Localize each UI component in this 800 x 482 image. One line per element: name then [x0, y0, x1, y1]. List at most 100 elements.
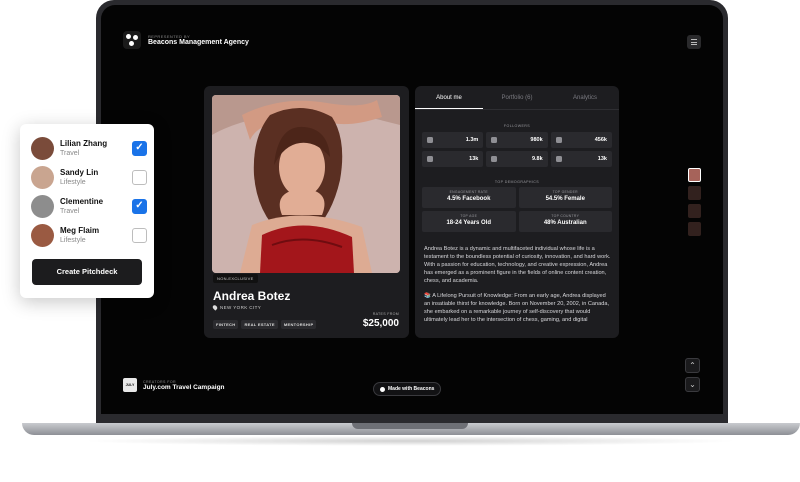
chevron-up-icon: ⌃: [689, 361, 696, 370]
twitter-icon: [491, 156, 498, 162]
chevron-down-icon: ⌄: [689, 380, 696, 389]
creator-row-name: Meg Flaim: [60, 225, 100, 235]
tiktok-icon: [427, 137, 433, 143]
follower-stat: 13k: [550, 151, 612, 167]
select-checkbox[interactable]: [132, 227, 147, 243]
thumbnail[interactable]: [688, 204, 701, 218]
agency-name: Beacons Management Agency: [148, 39, 249, 46]
demographic-value: 48% Australian: [543, 220, 587, 226]
avatar: [31, 223, 54, 247]
creator-location: NEW YORK CITY: [211, 304, 262, 311]
demographic-label: ENGAGEMENT RATE: [449, 190, 488, 194]
gallery-thumbnails: [688, 168, 701, 236]
demographic-value: 4.5% Facebook: [447, 196, 491, 202]
rates-value: $25,000: [362, 318, 399, 329]
follower-count: 13k: [469, 156, 479, 162]
panel-tabs: About me Portfolio (6) Analytics: [415, 86, 619, 110]
laptop-shadow: [80, 436, 740, 446]
follower-count: 13k: [597, 156, 607, 162]
creator-row[interactable]: Clementine Travel ✓: [31, 193, 147, 219]
tag: REAL ESTATE: [241, 320, 278, 329]
demographics-grid: ENGAGEMENT RATE 4.5% Facebook TOP GENDER…: [422, 187, 612, 232]
city-text: NEW YORK CITY: [220, 305, 262, 310]
followers-grid: 1.3m 980k 456k 13k 9.8k 13k: [422, 132, 612, 167]
follower-count: 9.8k: [531, 156, 543, 162]
avatar: [31, 165, 54, 189]
follower-count: 1.3m: [465, 137, 479, 143]
creator-row-name: Clementine: [60, 196, 104, 206]
demographic-stat: TOP COUNTRY 48% Australian: [518, 211, 612, 232]
demographic-stat: TOP AGE 18-24 Years Old: [422, 211, 516, 232]
follower-stat: 13k: [422, 151, 484, 167]
profile-card: NON-EXCLUSIVE Andrea Botez NEW YORK CITY…: [204, 86, 409, 338]
follower-count: 456k: [594, 137, 607, 143]
laptop-screen: REPRESENTED BY Beacons Management Agency…: [101, 5, 723, 414]
follower-count: 980k: [530, 137, 543, 143]
creator-row[interactable]: Lilian Zhang Travel ✓: [31, 135, 147, 161]
select-checkbox[interactable]: [132, 169, 147, 185]
creator-row-category: Lifestyle: [60, 236, 86, 244]
demographic-value: 54.5% Female: [545, 196, 585, 202]
thumbnail[interactable]: [688, 222, 701, 236]
instagram-icon: [491, 137, 498, 143]
location-pin-icon: [211, 304, 219, 311]
beacons-icon: [380, 386, 385, 392]
exclusivity-badge: NON-EXCLUSIVE: [213, 274, 258, 283]
bio-paragraph: 📚 A Lifelong Pursuit of Knowledge: From …: [424, 293, 610, 323]
demographics-title: TOP DEMOGRAPHICS: [494, 180, 540, 184]
demographic-label: TOP GENDER: [552, 190, 578, 194]
next-button[interactable]: ⌄: [685, 377, 700, 392]
creator-row-category: Lifestyle: [60, 178, 86, 186]
check-icon: ✓: [135, 142, 144, 153]
tab-about-me[interactable]: About me: [415, 86, 483, 109]
tag: FINTECH: [213, 320, 239, 329]
campaign-footer: JULY CREATORS FOR July.com Travel Campai…: [123, 378, 225, 392]
thumbnail[interactable]: [688, 186, 701, 200]
about-panel: About me Portfolio (6) Analytics FOLLOWE…: [415, 86, 619, 338]
made-with-label: Made with Beacons: [388, 386, 435, 392]
creator-tags: FINTECH REAL ESTATE MENTORSHIP: [213, 320, 317, 329]
campaign-logo: JULY: [123, 378, 137, 392]
tag: MENTORSHIP: [280, 320, 317, 329]
beacons-logo-icon: [123, 31, 141, 49]
creator-name: Andrea Botez: [213, 289, 291, 303]
creator-row-category: Travel: [60, 149, 80, 157]
twitch-icon: [555, 156, 562, 162]
check-icon: ✓: [135, 200, 144, 211]
creator-row[interactable]: Sandy Lin Lifestyle: [31, 164, 147, 190]
bio-paragraph: Andrea Botez is a dynamic and multifacet…: [424, 246, 611, 284]
creator-row-category: Travel: [60, 207, 80, 215]
tab-portfolio[interactable]: Portfolio (6): [483, 86, 551, 109]
laptop-notch: [352, 423, 468, 429]
campaign-name: July.com Travel Campaign: [143, 383, 225, 391]
tab-analytics[interactable]: Analytics: [551, 86, 619, 109]
follower-stat: 456k: [550, 132, 612, 148]
made-with-beacons-button[interactable]: Made with Beacons: [373, 382, 442, 396]
avatar: [31, 194, 54, 218]
avatar: [31, 136, 54, 160]
demographic-label: TOP AGE: [460, 214, 478, 218]
youtube-icon: [555, 137, 562, 143]
profile-photo-illustration: [212, 95, 400, 273]
twitch-icon: [427, 156, 433, 162]
followers-title: FOLLOWERS: [503, 124, 531, 128]
select-checkbox[interactable]: ✓: [132, 198, 147, 214]
follower-stat: 980k: [486, 132, 548, 148]
create-pitchdeck-button[interactable]: Create Pitchdeck: [32, 259, 142, 285]
previous-button[interactable]: ⌃: [685, 358, 700, 373]
demographic-value: 18-24 Years Old: [446, 220, 492, 226]
menu-button[interactable]: [687, 35, 701, 49]
creator-bio: Andrea Botez is a dynamic and multifacet…: [424, 245, 612, 331]
menu-icon: [691, 39, 697, 40]
creator-row[interactable]: Meg Flaim Lifestyle: [31, 222, 147, 248]
profile-photo: [212, 95, 400, 273]
demographic-stat: TOP GENDER 54.5% Female: [518, 187, 612, 208]
demographic-stat: ENGAGEMENT RATE 4.5% Facebook: [422, 187, 516, 208]
pitchdeck-widget: Lilian Zhang Travel ✓ Sandy Lin Lifestyl…: [20, 124, 154, 298]
thumbnail[interactable]: [688, 168, 701, 182]
creator-row-name: Sandy Lin: [60, 167, 99, 177]
agency-header: REPRESENTED BY Beacons Management Agency: [123, 31, 249, 49]
follower-stat: 1.3m: [422, 132, 484, 148]
demographic-label: TOP COUNTRY: [551, 214, 580, 218]
select-checkbox[interactable]: ✓: [132, 140, 147, 156]
